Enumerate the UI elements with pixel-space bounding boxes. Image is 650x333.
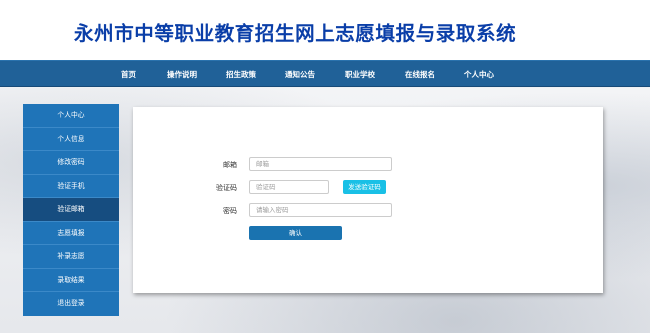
password-field[interactable] — [249, 203, 392, 217]
nav-item-personal-center[interactable]: 个人中心 — [464, 61, 494, 88]
verification-code-field[interactable] — [249, 180, 329, 194]
confirm-button[interactable]: 确认 — [249, 226, 342, 240]
sidebar-item-logout[interactable]: 退出登录 — [23, 292, 119, 316]
sidebar-item-fill-preferences[interactable]: 志愿填报 — [23, 222, 119, 245]
site-title: 永州市中等职业教育招生网上志愿填报与录取系统 — [74, 22, 517, 45]
nav-item-policy[interactable]: 招生政策 — [226, 61, 256, 88]
nav-item-register[interactable]: 在线报名 — [405, 61, 435, 88]
nav-item-home[interactable]: 首页 — [121, 61, 136, 88]
nav-item-notices[interactable]: 通知公告 — [285, 61, 315, 88]
sidebar: 个人中心 个人信息 修改密码 验证手机 验证邮箱 志愿填报 补录志愿 录取结果 … — [23, 104, 119, 316]
sidebar-item-verify-phone[interactable]: 验证手机 — [23, 175, 119, 198]
sidebar-item-personal-info[interactable]: 个人信息 — [23, 128, 119, 151]
sidebar-item-supplementary[interactable]: 补录志愿 — [23, 245, 119, 269]
sidebar-item-change-password[interactable]: 修改密码 — [23, 151, 119, 175]
sidebar-item-verify-email[interactable]: 验证邮箱 — [23, 198, 119, 222]
email-label: 邮箱 — [223, 161, 237, 169]
password-label: 密码 — [223, 207, 237, 215]
code-label: 验证码 — [216, 184, 237, 192]
main-nav: 首页 操作说明 招生政策 通知公告 职业学校 在线报名 个人中心 — [0, 60, 650, 87]
sidebar-item-admission-result[interactable]: 录取结果 — [23, 269, 119, 292]
verify-email-panel: 邮箱 验证码 发送验证码 密码 确认 — [133, 107, 603, 293]
nav-item-schools[interactable]: 职业学校 — [345, 61, 375, 88]
sidebar-item-personal-center[interactable]: 个人中心 — [23, 104, 119, 128]
email-field[interactable] — [249, 157, 392, 171]
site-header: 永州市中等职业教育招生网上志愿填报与录取系统 — [0, 0, 650, 60]
send-code-button[interactable]: 发送验证码 — [343, 180, 386, 194]
nav-item-instructions[interactable]: 操作说明 — [167, 61, 197, 88]
